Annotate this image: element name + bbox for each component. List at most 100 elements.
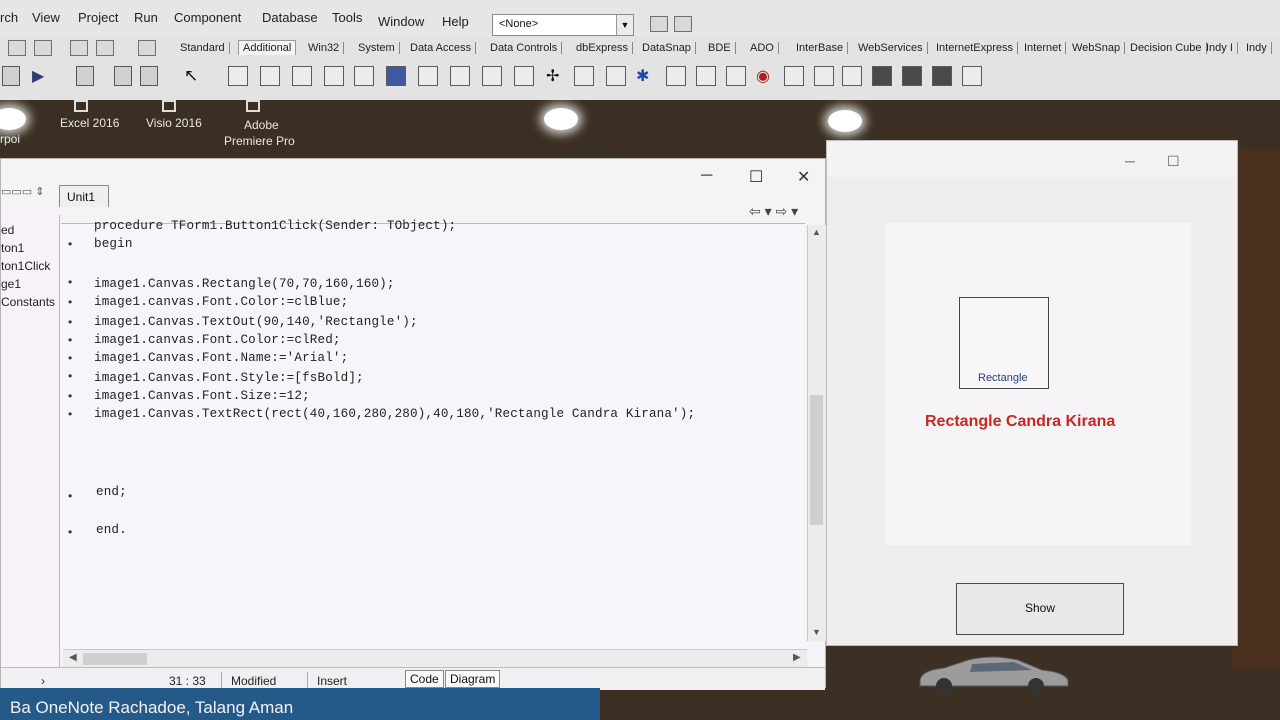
tab-dbexpress[interactable]: dbExpress — [576, 42, 633, 54]
actionmanager-icon[interactable] — [784, 66, 804, 86]
pause-icon[interactable] — [76, 66, 94, 86]
controlbar-icon[interactable] — [606, 66, 626, 86]
tab-interbase[interactable]: InterBase — [796, 42, 849, 54]
menu-database[interactable]: Database — [262, 10, 318, 25]
tab-standard[interactable]: Standard — [180, 42, 230, 54]
tab-internetexpress[interactable]: InternetExpress — [936, 42, 1019, 54]
structure-toolbar-icons[interactable]: ▭▭▭ ⇕ — [1, 185, 44, 198]
set-debug-desktop-icon[interactable] — [674, 16, 692, 32]
save-icon[interactable] — [8, 40, 26, 56]
add-file-icon[interactable] — [96, 40, 114, 56]
scrollbox-icon[interactable] — [482, 66, 502, 86]
tab-indy[interactable]: Indy — [1246, 42, 1272, 54]
code-line[interactable]: end; — [96, 485, 127, 499]
valuelisteditor-icon[interactable] — [666, 66, 686, 86]
menu-run[interactable]: Run — [134, 10, 158, 25]
desktop-layout-combo[interactable]: <None> ▼ — [492, 14, 634, 36]
code-line[interactable]: image1.Canvas.Rectangle(70,70,160,160); — [94, 277, 395, 291]
taskbar-text[interactable]: Ba OneNote Rachadoe, Talang Aman — [10, 698, 293, 718]
nav-arrows[interactable]: ⇦ ▾ ⇨ ▾ — [749, 203, 798, 220]
hscroll-thumb[interactable] — [83, 653, 147, 665]
visio-icon[interactable] — [162, 100, 176, 112]
tab-websnap[interactable]: WebSnap — [1072, 42, 1126, 54]
tab-diagram[interactable]: Diagram — [445, 670, 501, 688]
tab-indy-i[interactable]: Indy I — [1206, 42, 1238, 54]
horizontal-scrollbar[interactable]: ◀ ▶ — [63, 649, 807, 668]
maskedit-icon[interactable] — [292, 66, 312, 86]
structure-item[interactable]: ed — [1, 223, 14, 237]
save-desktop-icon[interactable] — [650, 16, 668, 32]
structure-item[interactable]: Constants — [1, 295, 55, 309]
colorbox-icon[interactable] — [726, 66, 746, 86]
menu-tools[interactable]: Tools — [332, 10, 362, 25]
bevel-icon[interactable] — [450, 66, 470, 86]
bitbtn-icon[interactable] — [228, 66, 248, 86]
actiontoolbar-icon[interactable] — [842, 66, 862, 86]
splitter-icon[interactable]: ✢ — [546, 66, 559, 86]
shape-icon[interactable] — [418, 66, 438, 86]
close-button[interactable]: ✕ — [797, 167, 810, 187]
scroll-left-icon[interactable]: ◀ — [69, 652, 77, 663]
new-item-icon[interactable] — [2, 66, 20, 86]
menu-project[interactable]: Project — [78, 10, 118, 25]
code-line[interactable]: begin — [94, 237, 133, 251]
menu-search[interactable]: rch — [0, 10, 18, 25]
tab-datasnap[interactable]: DataSnap — [642, 42, 696, 54]
show-button[interactable]: Show — [956, 583, 1124, 635]
structure-item[interactable]: ton1 — [1, 241, 24, 255]
appevents-icon[interactable]: ✱ — [636, 66, 649, 86]
vertical-scrollbar[interactable]: ▲ ▼ — [807, 225, 826, 641]
scroll-down-icon[interactable]: ▼ — [812, 627, 821, 637]
tab-internet[interactable]: Internet — [1024, 42, 1067, 54]
tab-data-access[interactable]: Data Access — [410, 42, 477, 54]
trace-into-icon[interactable] — [114, 66, 132, 86]
standardcolormap-icon[interactable] — [902, 66, 922, 86]
checklistbox-icon[interactable] — [514, 66, 534, 86]
menu-component[interactable]: Component — [174, 10, 241, 25]
open-project-icon[interactable] — [70, 40, 88, 56]
structure-item[interactable]: ge1 — [1, 277, 21, 291]
tab-decision-cube[interactable]: Decision Cube — [1130, 42, 1207, 54]
maximize-button[interactable]: ☐ — [749, 167, 763, 187]
menu-help[interactable]: Help — [442, 14, 469, 29]
twilightcolormap-icon[interactable] — [932, 66, 952, 86]
customizedlg-icon[interactable] — [962, 66, 982, 86]
tab-data-controls[interactable]: Data Controls — [490, 42, 563, 54]
structure-item[interactable]: ton1Click — [1, 259, 50, 273]
tab-win32[interactable]: Win32 — [308, 42, 345, 54]
step-over-icon[interactable] — [140, 66, 158, 86]
speedbutton-icon[interactable] — [260, 66, 280, 86]
statictext-icon[interactable] — [574, 66, 594, 86]
tab-unit1[interactable]: Unit1 — [59, 185, 109, 207]
code-line[interactable]: procedure TForm1.Button1Click(Sender: TO… — [94, 219, 456, 233]
actionmainmenubar-icon[interactable] — [814, 66, 834, 86]
pointer-icon[interactable]: ↖ — [184, 66, 198, 86]
drawgrid-icon[interactable] — [354, 66, 374, 86]
scroll-thumb[interactable] — [810, 395, 823, 525]
chevron-down-icon[interactable]: ▼ — [616, 15, 633, 35]
xpcolormap-icon[interactable] — [872, 66, 892, 86]
menu-view[interactable]: View — [32, 10, 60, 25]
labelededit-icon[interactable] — [696, 66, 716, 86]
code-line[interactable]: image1.Canvas.Font.Size:=12; — [94, 389, 310, 403]
tab-ado[interactable]: ADO — [750, 42, 779, 54]
code-line[interactable]: image1.Canvas.TextRect(rect(40,160,280,2… — [94, 407, 695, 421]
tab-system[interactable]: System — [358, 42, 400, 54]
code-line[interactable]: image1.canvas.Font.Color:=clRed; — [94, 333, 341, 347]
excel-icon[interactable] — [74, 100, 88, 112]
code-line[interactable]: image1.Canvas.Font.Name:='Arial'; — [94, 351, 348, 365]
stringgrid-icon[interactable] — [324, 66, 344, 86]
tab-code[interactable]: Code — [405, 670, 444, 688]
tab-additional[interactable]: Additional — [238, 40, 297, 55]
minimize-button[interactable]: ─ — [701, 167, 712, 185]
scroll-right-icon[interactable]: ▶ — [793, 652, 801, 663]
remove-file-icon[interactable] — [138, 40, 156, 56]
code-line[interactable]: image1.Canvas.TextOut(90,140,'Rectangle'… — [94, 315, 418, 329]
tab-bde[interactable]: BDE — [708, 42, 736, 54]
scroll-up-icon[interactable]: ▲ — [812, 227, 821, 237]
run-icon[interactable]: ▶ — [32, 66, 44, 86]
tab-webservices[interactable]: WebServices — [858, 42, 928, 54]
save-all-icon[interactable] — [34, 40, 52, 56]
image-component-icon[interactable] — [386, 66, 406, 86]
chart-icon[interactable]: ◉ — [756, 66, 770, 86]
